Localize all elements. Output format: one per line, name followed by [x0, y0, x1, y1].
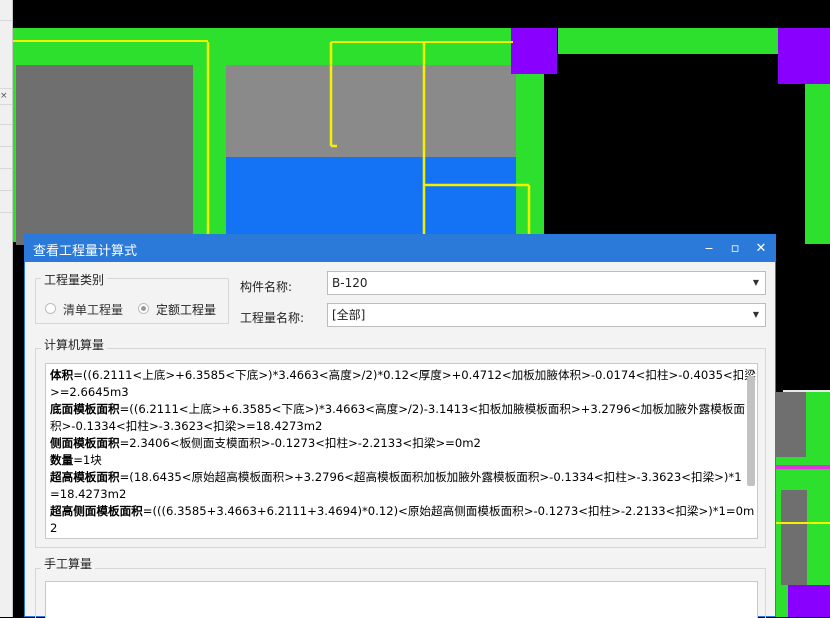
calc-line: =18.4273m2	[50, 487, 127, 501]
radio-list-quantity[interactable]	[45, 303, 56, 314]
quantity-formula-dialog: 查看工程量计算式 ‒ ▫ ✕ 工程量类别 清单工程量 定额工程量 构件名称: B…	[24, 234, 776, 618]
calc-line: 积>-0.1334<扣柱>-3.3623<扣梁>=18.4273m2	[50, 419, 323, 433]
computer-calc-label: 计算机算量	[41, 336, 108, 353]
calc-line: 底面模板面积=((6.2111<上底>+6.3585<下底>)*3.4663<高…	[50, 402, 745, 416]
calc-line: 超高侧面模板面积=(((6.3585+3.4663+6.2111+3.4694)…	[50, 504, 755, 518]
left-panel-strip: ×	[0, 0, 13, 617]
calc-line: 数量=1块	[50, 453, 102, 467]
calc-line: >=2.6645m3	[50, 385, 129, 399]
vertical-scrollbar[interactable]	[747, 376, 755, 486]
calc-line: 侧面模板面积=2.3406<板侧面支模面积>-0.1273<扣柱>-2.2133…	[50, 436, 481, 450]
calc-line: 超高模板面积=(18.6435<原始超高模板面积>+3.2796<超高模板面积加…	[50, 470, 742, 484]
calc-line: 体积=((6.2111<上底>+6.3585<下底>)*3.4663<高度>/2…	[50, 368, 756, 382]
quantity-name-label: 工程量名称:	[240, 311, 305, 325]
minimize-icon[interactable]: ‒	[695, 235, 723, 262]
component-name-select[interactable]: B-120 ▼	[327, 271, 766, 295]
dialog-title: 查看工程量计算式	[33, 244, 138, 259]
close-icon[interactable]: ✕	[747, 235, 775, 262]
radio-quota-quantity[interactable]	[138, 303, 149, 314]
radio-list-quantity-label[interactable]: 清单工程量	[63, 301, 123, 318]
manual-calc-label: 手工算量	[41, 555, 96, 572]
quantity-name-select[interactable]: [全部] ▼	[327, 303, 766, 327]
panel-close-icon[interactable]: ×	[0, 91, 8, 101]
chevron-down-icon: ▼	[752, 278, 759, 287]
radio-quota-quantity-label[interactable]: 定额工程量	[156, 301, 216, 318]
manual-calc-textarea[interactable]	[45, 581, 758, 618]
maximize-icon[interactable]: ▫	[721, 235, 749, 262]
category-group-label: 工程量类别	[41, 271, 108, 288]
computer-calc-textarea[interactable]: 体积=((6.2111<上底>+6.3585<下底>)*3.4663<高度>/2…	[45, 363, 758, 539]
component-name-value: B-120	[332, 276, 368, 290]
chevron-down-icon: ▼	[752, 310, 759, 319]
calc-line: 2	[50, 521, 58, 535]
quantity-name-value: [全部]	[332, 308, 366, 322]
dialog-title-bar[interactable]: 查看工程量计算式 ‒ ▫ ✕	[25, 235, 775, 262]
component-name-label: 构件名称:	[240, 280, 293, 294]
